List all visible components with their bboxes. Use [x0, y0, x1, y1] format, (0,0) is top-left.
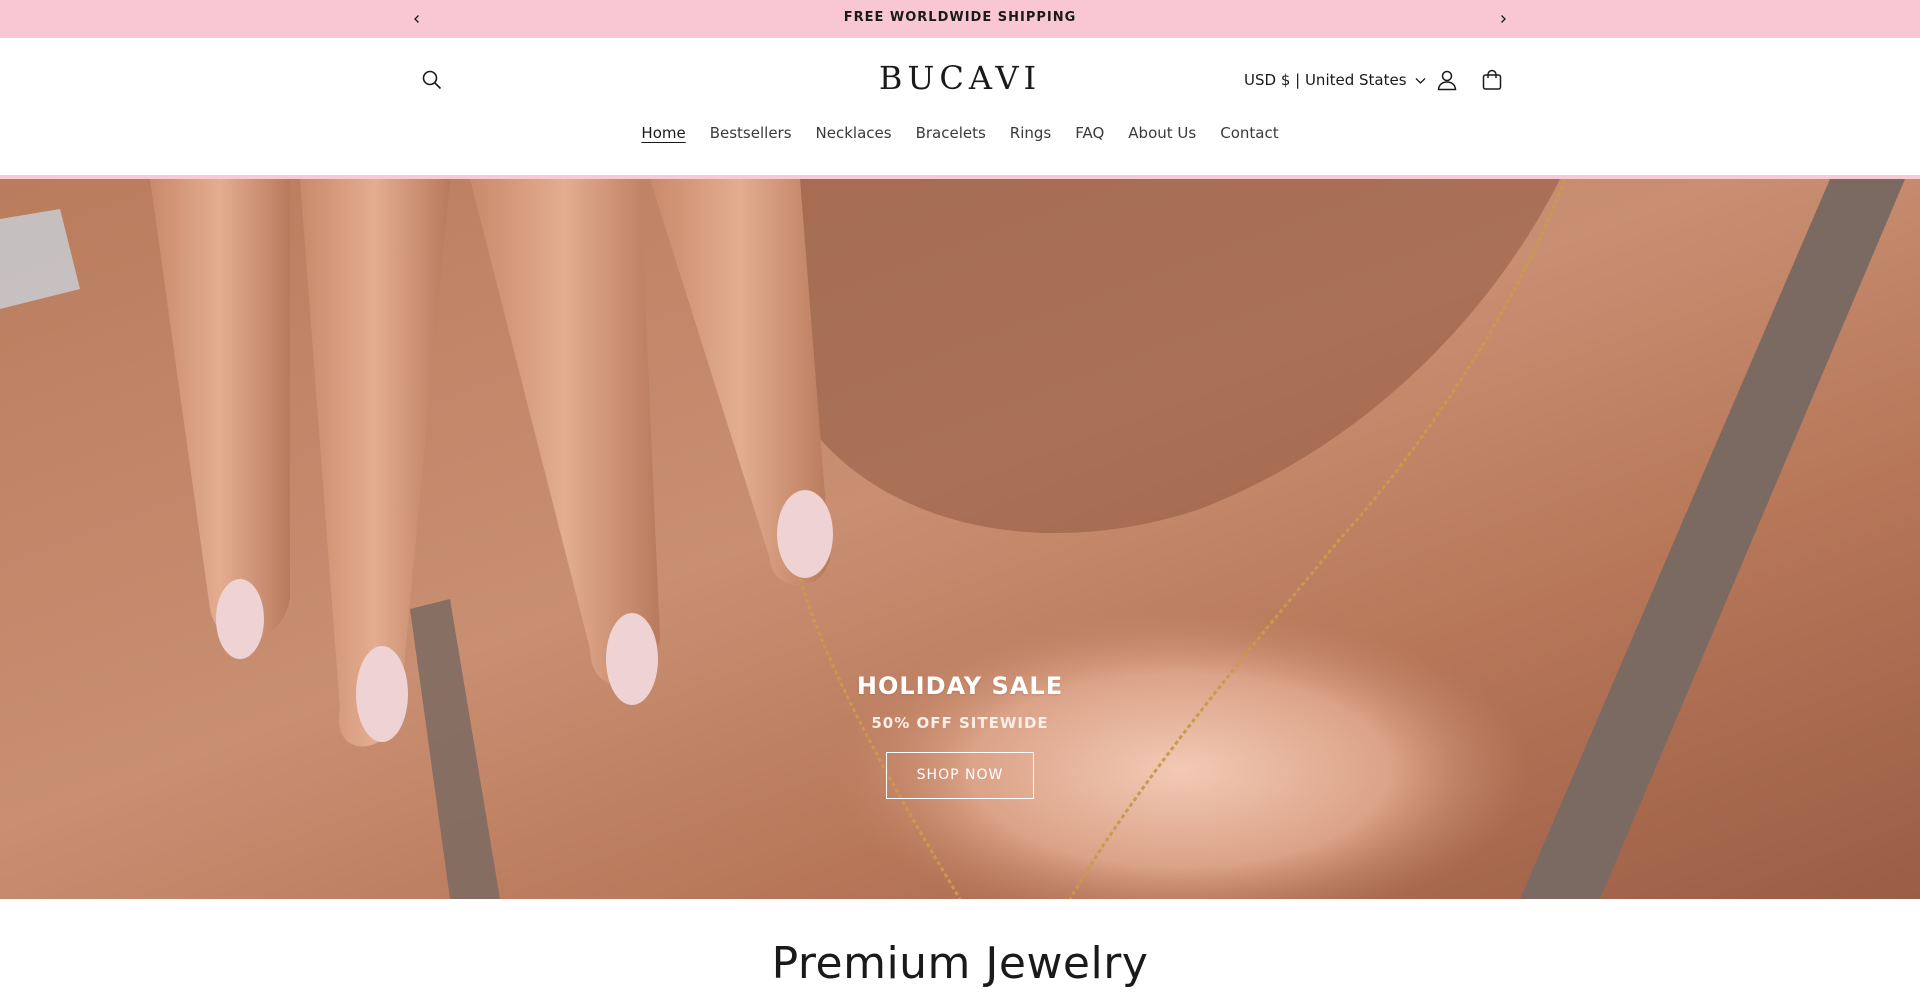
announcement-message: FREE WORLDWIDE SHIPPING [843, 10, 1077, 25]
site-logo[interactable]: BUCAVI [0, 59, 1920, 97]
hero-banner: HOLIDAY SALE 50% OFF SITEWIDE SHOP NOW [0, 179, 1920, 899]
site-header: BUCAVI USD $ | United States Home Bestse… [0, 38, 1920, 176]
hero-title: HOLIDAY SALE [856, 672, 1064, 700]
hero-content: HOLIDAY SALE 50% OFF SITEWIDE SHOP NOW [0, 672, 1920, 799]
shop-now-button[interactable]: SHOP NOW [886, 752, 1034, 799]
chevron-down-icon [1415, 71, 1426, 89]
cart-icon[interactable] [1478, 66, 1506, 94]
nav-item-home[interactable]: Home [629, 124, 697, 142]
announcement-bar: FREE WORLDWIDE SHIPPING [0, 0, 1920, 38]
currency-selector[interactable]: USD $ | United States [1244, 71, 1426, 89]
nav-item-necklaces[interactable]: Necklaces [804, 124, 904, 142]
nav-item-bestsellers[interactable]: Bestsellers [698, 124, 804, 142]
account-icon[interactable] [1433, 66, 1461, 94]
nav-item-bracelets[interactable]: Bracelets [904, 124, 998, 142]
hero-subtitle: 50% OFF SITEWIDE [871, 714, 1049, 732]
nav-item-rings[interactable]: Rings [998, 124, 1063, 142]
nav-item-faq[interactable]: FAQ [1063, 124, 1116, 142]
section-title: Premium Jewelry [771, 938, 1149, 989]
main-nav: Home Bestsellers Necklaces Bracelets Rin… [0, 124, 1920, 142]
nav-item-contact[interactable]: Contact [1208, 124, 1290, 142]
chevron-right-icon[interactable] [1493, 9, 1513, 29]
currency-label: USD $ | United States [1244, 71, 1407, 89]
nav-item-about-us[interactable]: About Us [1116, 124, 1208, 142]
